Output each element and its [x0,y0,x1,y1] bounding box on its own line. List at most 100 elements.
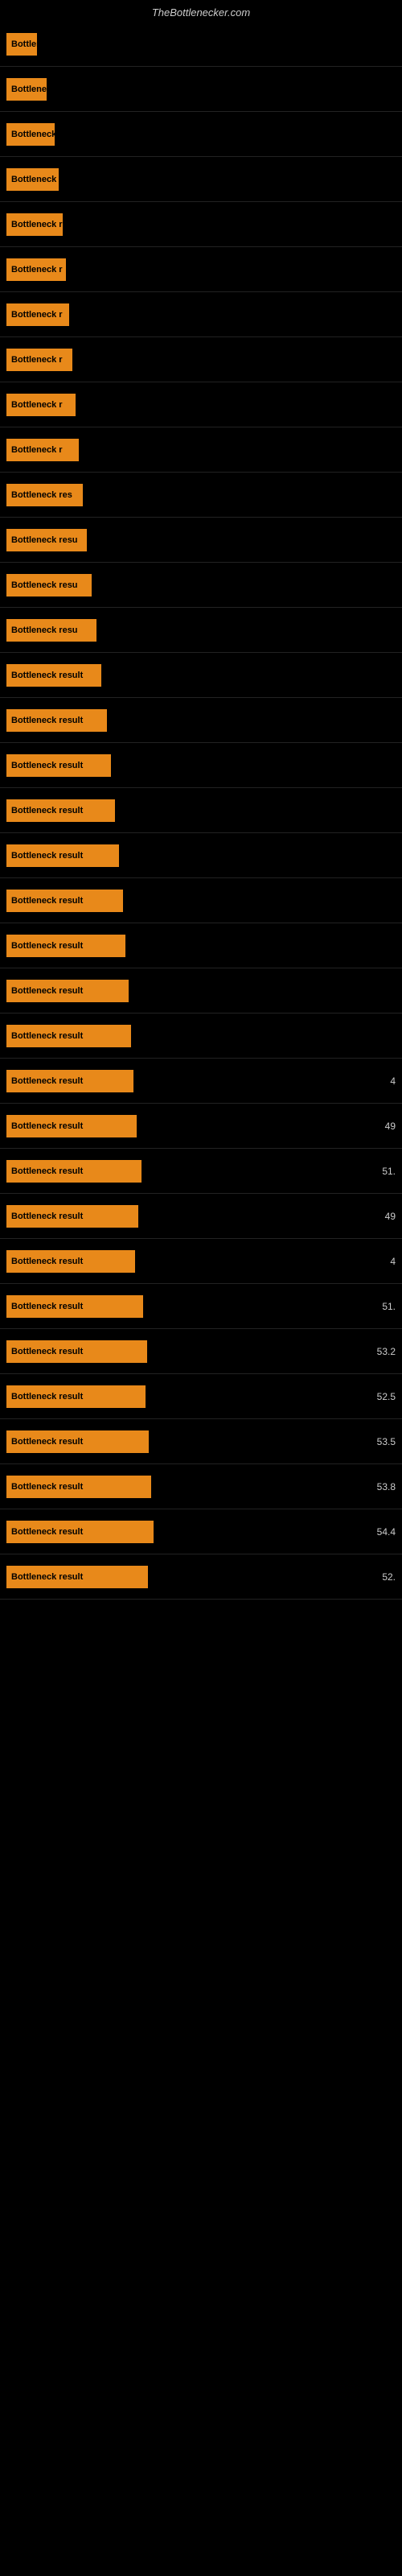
bar-value: 53.8 [363,1481,396,1492]
table-row: Bottleneck result49 [0,1194,402,1239]
table-row: Bottleneck result 4 [0,1059,402,1104]
table-row: Bottleneck r [0,112,402,157]
bar-value: 53.2 [363,1346,396,1357]
table-row: Bottleneck result [0,833,402,878]
bar-label: Bottleneck r [11,175,59,184]
bar-label: Bottleneck result [11,1527,83,1537]
bar: Bottleneck r [6,303,69,326]
bar-container: Bottleneck [6,33,357,56]
header: TheBottlenecker.com [0,0,402,22]
bar-label: Bottleneck result [11,986,83,996]
bar-value: 4 [363,1075,396,1087]
bar-container: Bottleneck result [6,1566,357,1588]
table-row: Bottleneck result 53.2 [0,1329,402,1374]
bar: Bottleneck resu [6,574,92,597]
bar-container: Bottleneck result [6,1250,357,1273]
bar-label: Bottleneck resu [11,580,78,590]
bar-container: Bottleneck result [6,1070,357,1092]
bar: Bottleneck [6,33,37,56]
bar: Bottleneck resu [6,529,87,551]
bar-container: Bottleneck r [6,349,357,371]
table-row: Bottleneck resu [0,608,402,653]
bar-label: Bottleneck result [11,1392,83,1402]
bar: Bottleneck result [6,1295,143,1318]
bar-container: Bottleneck result [6,1476,357,1498]
bar-container: Bottleneck r [6,303,357,326]
bar-container: Bottleneck result [6,1430,357,1453]
bar-label: Bottleneck result [11,1572,83,1582]
bar-label: Bottleneck result [11,1121,83,1131]
bar: Bottleneck result [6,890,123,912]
bar-container: Bottleneck r [6,123,357,146]
bar-container: Bottleneck result [6,1205,357,1228]
table-row: Bottleneck result [0,878,402,923]
bar: Bottleneck r [6,213,63,236]
table-row: Bottleneck result4 [0,1239,402,1284]
table-row: Bottleneck result 53.8 [0,1464,402,1509]
bar-label: Bottleneck result [11,716,83,725]
bar: Bottleneck result [6,1070,133,1092]
bar-container: Bottleneck result [6,709,357,732]
table-row: Bottleneck result52. [0,1554,402,1600]
bar-container: Bottleneck result [6,935,357,957]
table-row: Bottleneck r [0,337,402,382]
bar-container: Bottleneck result [6,664,357,687]
table-row: Bottleneck result [0,743,402,788]
bar-value: 51. [363,1301,396,1312]
bar-value: 49 [363,1121,396,1132]
bar-container: Bottleneck resu [6,529,357,551]
bar-label: Bottleneck r [11,355,63,365]
bar: Bottleneck result [6,799,115,822]
bar-label: Bottleneck result [11,1302,83,1311]
table-row: Bottleneck r [0,292,402,337]
bar-container: Bottleneck res [6,484,357,506]
bar-container: Bottleneck result [6,1340,357,1363]
bar-container: Bottleneck result [6,980,357,1002]
bar-label: Bottleneck result [11,806,83,815]
bar-value: 52.5 [363,1391,396,1402]
table-row: Bottleneck result [0,698,402,743]
table-row: Bottleneck result [0,923,402,968]
bar-container: Bottleneck result [6,1160,357,1183]
bar: Bottleneck result [6,1340,147,1363]
bar: Bottleneck r [6,394,76,416]
bar-label: Bottleneck r [11,400,63,410]
bar: Bottleneck result [6,1430,149,1453]
bar-label: Bottleneck [11,39,37,49]
bar: Bottleneck result [6,844,119,867]
bar: Bottleneck r [6,349,72,371]
bar: Bottleneck r [6,258,66,281]
bar: Bottleneck result [6,1521,154,1543]
bar-container: Bottleneck result [6,890,357,912]
bar-container: Bottleneck result [6,1295,357,1318]
bar: Bottleneck result [6,664,101,687]
bar: Bottleneck result [6,1205,138,1228]
bar-container: Bottleneck result [6,844,357,867]
bar-container: Bottleneck resu [6,619,357,642]
bar-container: Bottleneck r [6,168,357,191]
bar-value: 51. [363,1166,396,1177]
bar-container: Bottleneck result [6,799,357,822]
table-row: Bottleneck resu [0,563,402,608]
bar: Bottleneck res [6,484,83,506]
bar-label: Bottleneck res [11,490,72,500]
bar-container: Bottleneck r [6,78,357,101]
bar-container: Bottleneck r [6,394,357,416]
table-row: Bottleneck result 51. [0,1149,402,1194]
bar: Bottleneck result [6,1025,131,1047]
bar: Bottleneck result [6,1160,142,1183]
bar: Bottleneck r [6,439,79,461]
bar-label: Bottleneck result [11,671,83,680]
table-row: Bottleneck result 51. [0,1284,402,1329]
bar-label: Bottleneck resu [11,625,78,635]
table-row: Bottleneck result 49 [0,1104,402,1149]
bar: Bottleneck result [6,1385,146,1408]
table-row: Bottleneck result54.4 [0,1509,402,1554]
bar-label: Bottleneck result [11,896,83,906]
bar: Bottleneck r [6,168,59,191]
bar-label: Bottleneck result [11,761,83,770]
bar-label: Bottleneck r [11,310,63,320]
bar-label: Bottleneck r [11,445,63,455]
table-row: Bottleneck result 52.5 [0,1374,402,1419]
bar: Bottleneck result [6,709,107,732]
